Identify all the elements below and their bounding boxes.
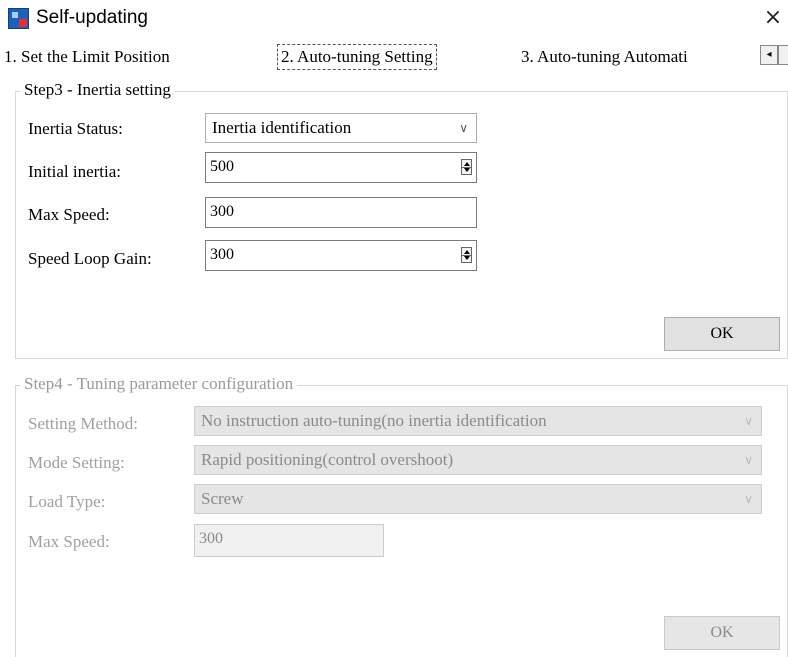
tab-auto-tuning-automatic[interactable]: 3. Auto-tuning Automati [521, 45, 688, 69]
max-speed-value: 300 [210, 203, 234, 220]
inertia-status-select[interactable]: Inertia identification ∨ [205, 113, 477, 143]
inertia-status-value: Inertia identification [212, 118, 352, 137]
tab-strip: 1. Set the Limit Position 2. Auto-tuning… [0, 42, 788, 70]
speed-loop-gain-label: Speed Loop Gain: [28, 249, 152, 268]
title-bar: Self-updating × [0, 0, 788, 40]
step4-max-speed-input[interactable]: 300 [194, 524, 384, 557]
max-speed-input[interactable]: 300 [205, 197, 477, 228]
load-type-label: Load Type: [28, 492, 106, 511]
max-speed-label: Max Speed: [28, 205, 110, 224]
window-title: Self-updating [36, 7, 148, 28]
initial-inertia-value: 500 [210, 158, 234, 175]
inertia-status-label: Inertia Status: [28, 119, 123, 138]
step4-max-speed-label: Max Speed: [28, 532, 110, 551]
setting-method-select[interactable]: No instruction auto-tuning(no inertia id… [194, 406, 762, 436]
setting-method-value: No instruction auto-tuning(no inertia id… [201, 411, 547, 430]
chevron-down-icon: ∨ [744, 492, 753, 506]
speed-loop-gain-stepper[interactable]: 300 [205, 240, 477, 271]
chevron-down-icon: ∨ [744, 453, 753, 467]
mode-setting-label: Mode Setting: [28, 453, 125, 472]
load-type-select[interactable]: Screw ∨ [194, 484, 762, 514]
load-type-value: Screw [201, 489, 244, 508]
speed-loop-gain-value: 300 [210, 246, 234, 263]
setting-method-label: Setting Method: [28, 414, 139, 433]
step3-ok-button[interactable]: OK [664, 317, 780, 351]
tab-scroll-left-icon[interactable]: ◂ [760, 45, 778, 65]
step4-max-speed-value: 300 [199, 530, 223, 547]
initial-inertia-label: Initial inertia: [28, 162, 121, 181]
tab-auto-tuning-setting[interactable]: 2. Auto-tuning Setting [277, 44, 437, 70]
step4-legend: Step4 - Tuning parameter configuration [20, 374, 298, 394]
tab-scroll-right-icon[interactable] [778, 45, 788, 65]
app-icon [8, 8, 29, 29]
mode-setting-select[interactable]: Rapid positioning(control overshoot) ∨ [194, 445, 762, 475]
spin-arrows-icon[interactable] [461, 159, 472, 175]
chevron-down-icon: ∨ [744, 414, 753, 428]
spin-arrows-icon[interactable] [461, 247, 472, 263]
initial-inertia-stepper[interactable]: 500 [205, 152, 477, 183]
tab-set-limit-position[interactable]: 1. Set the Limit Position [4, 45, 170, 69]
mode-setting-value: Rapid positioning(control overshoot) [201, 450, 454, 469]
step4-ok-button[interactable]: OK [664, 616, 780, 650]
step3-legend: Step3 - Inertia setting [20, 80, 175, 100]
close-icon[interactable]: × [760, 4, 786, 32]
chevron-down-icon: ∨ [459, 121, 468, 135]
